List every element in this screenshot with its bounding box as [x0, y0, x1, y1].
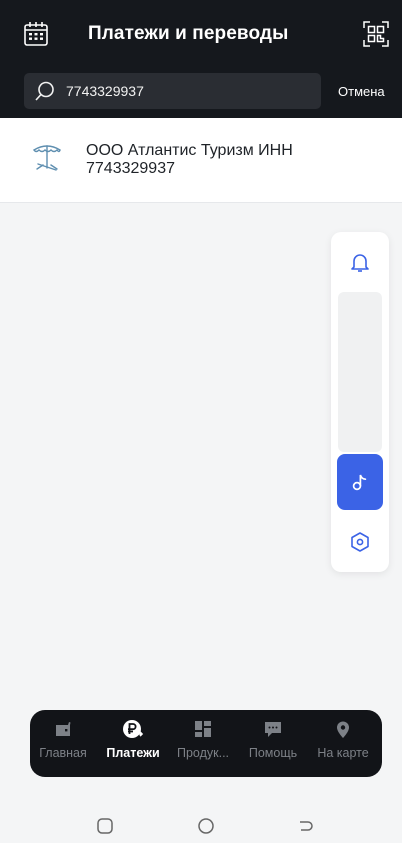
payments-ruble-icon [122, 718, 144, 740]
calendar-icon[interactable] [22, 20, 50, 48]
tab-home[interactable]: Главная [28, 718, 98, 770]
search-icon [34, 80, 56, 102]
page-title: Платежи и переводы [88, 23, 289, 44]
tab-products[interactable]: Продук... [168, 718, 238, 770]
panel-slot [338, 292, 382, 452]
search-result-item[interactable]: ООО Атлантис Туризм ИНН 7743329937 [0, 118, 402, 203]
result-inn: 7743329937 [86, 160, 175, 177]
tiktok-icon[interactable] [337, 454, 383, 510]
tab-payments[interactable]: Платежи [98, 718, 168, 770]
hexagon-icon[interactable] [348, 530, 372, 554]
tab-help[interactable]: Помощь [238, 718, 308, 770]
chat-icon [262, 718, 284, 740]
floating-side-panel [331, 232, 389, 572]
home-icon[interactable] [197, 817, 215, 840]
wallet-icon [52, 718, 74, 740]
top-header: Платежи и переводы 7743329937 Отмена [0, 0, 402, 118]
umbrella-beach-icon [28, 140, 66, 178]
result-company-name: ООО Атлантис Туризм ИНН [86, 142, 293, 159]
cancel-button[interactable]: Отмена [338, 78, 385, 106]
search-value[interactable]: 7743329937 [66, 73, 144, 109]
products-grid-icon [192, 718, 214, 740]
recent-apps-icon[interactable] [96, 817, 114, 840]
search-input[interactable]: 7743329937 [24, 73, 321, 109]
back-icon[interactable] [297, 817, 315, 840]
tab-map[interactable]: На карте [308, 718, 378, 770]
system-navigation-bar [0, 805, 402, 843]
bell-icon[interactable] [348, 250, 372, 274]
map-pin-icon [332, 718, 354, 740]
qr-scan-icon[interactable] [362, 20, 390, 48]
bottom-tab-bar: Главная Платежи Продук... Помощь На карт… [30, 710, 382, 777]
